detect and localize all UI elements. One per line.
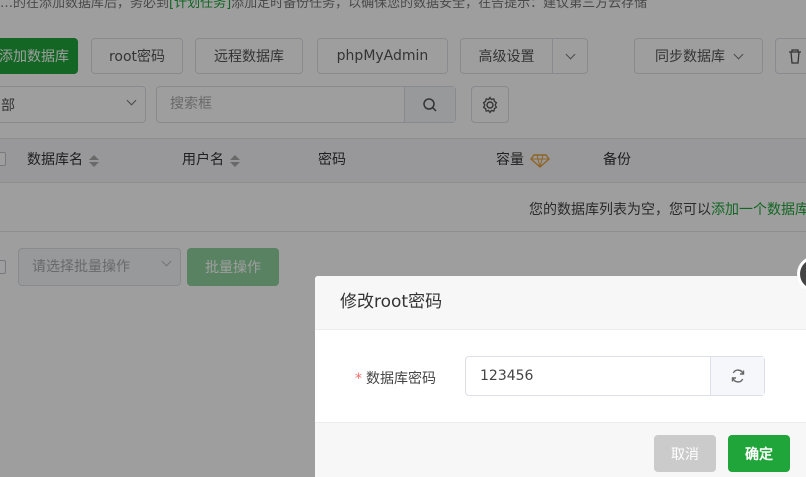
password-input[interactable]: 123456 (466, 357, 710, 395)
generate-password-button[interactable] (710, 357, 764, 395)
change-root-password-dialog: 修改root密码 * 数据库密码 123456 取消 确定 (315, 276, 806, 477)
password-field-label: * 数据库密码 (355, 368, 436, 388)
dialog-footer: 取消 确定 (315, 422, 806, 477)
dialog-body: * 数据库密码 123456 (315, 330, 806, 422)
cancel-button[interactable]: 取消 (654, 435, 716, 472)
confirm-button[interactable]: 确定 (728, 435, 790, 472)
refresh-icon (731, 369, 744, 383)
password-field-label-text: 数据库密码 (366, 371, 436, 387)
required-mark: * (355, 371, 362, 387)
password-field[interactable]: 123456 (465, 356, 765, 396)
dialog-title: 修改root密码 (315, 276, 806, 330)
